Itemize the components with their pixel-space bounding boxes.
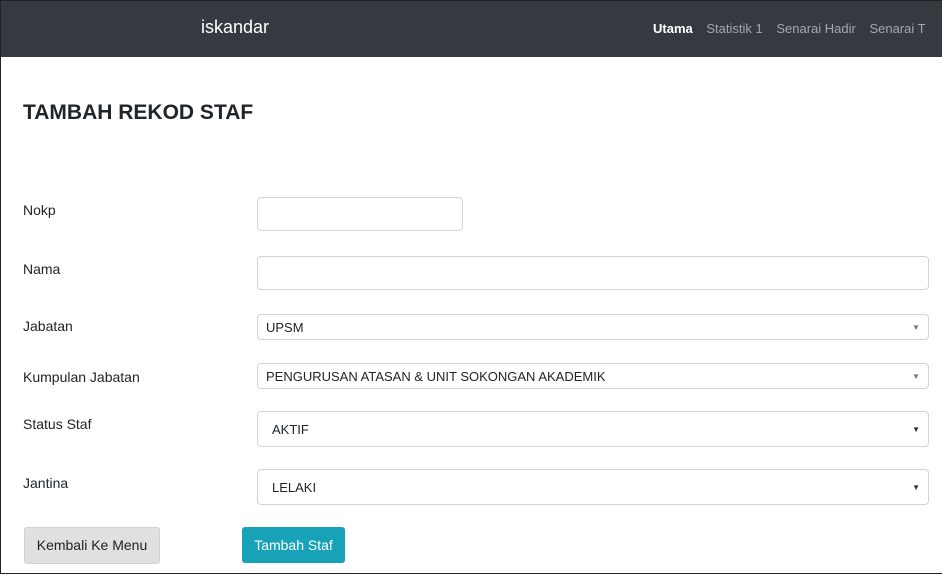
top-navbar: iskandar Utama Statistik 1 Senarai Hadir…: [1, 1, 942, 57]
back-to-menu-button[interactable]: Kembali Ke Menu: [24, 527, 160, 564]
nama-input[interactable]: [257, 256, 929, 290]
chevron-down-icon: ▼: [912, 425, 920, 434]
nokp-label: Nokp: [23, 202, 56, 218]
navbar-links: Utama Statistik 1 Senarai Hadir Senarai …: [653, 21, 936, 36]
nama-label: Nama: [23, 261, 61, 277]
jabatan-value: UPSM: [266, 320, 304, 335]
jantina-label: Jantina: [23, 475, 69, 491]
status-staf-select[interactable]: AKTIF ▼: [257, 411, 929, 447]
nav-link-utama[interactable]: Utama: [653, 21, 693, 36]
jantina-select[interactable]: LELAKI ▼: [257, 469, 929, 505]
navbar-brand[interactable]: iskandar: [201, 17, 269, 38]
page-title: TAMBAH REKOD STAF: [23, 101, 254, 124]
nav-link-senarai-t[interactable]: Senarai T: [869, 21, 925, 36]
nav-link-senarai-hadir[interactable]: Senarai Hadir: [776, 21, 856, 36]
chevron-down-icon: ▼: [912, 483, 920, 492]
status-staf-value: AKTIF: [272, 422, 309, 437]
kumpulan-jabatan-label: Kumpulan Jabatan: [23, 369, 140, 385]
jantina-value: LELAKI: [272, 480, 317, 495]
jabatan-label: Jabatan: [23, 318, 73, 334]
status-staf-label: Status Staf: [23, 416, 92, 432]
nav-link-statistik[interactable]: Statistik 1: [706, 21, 762, 36]
chevron-down-icon: ▼: [912, 323, 920, 332]
jabatan-select[interactable]: UPSM ▼: [257, 314, 929, 340]
kumpulan-jabatan-value: PENGURUSAN ATASAN & UNIT SOKONGAN AKADEM…: [266, 369, 606, 384]
add-staff-button[interactable]: Tambah Staf: [242, 527, 345, 563]
nokp-input[interactable]: [257, 197, 463, 231]
kumpulan-jabatan-select[interactable]: PENGURUSAN ATASAN & UNIT SOKONGAN AKADEM…: [257, 363, 929, 389]
chevron-down-icon: ▼: [912, 372, 920, 381]
app-frame: iskandar Utama Statistik 1 Senarai Hadir…: [0, 0, 942, 574]
